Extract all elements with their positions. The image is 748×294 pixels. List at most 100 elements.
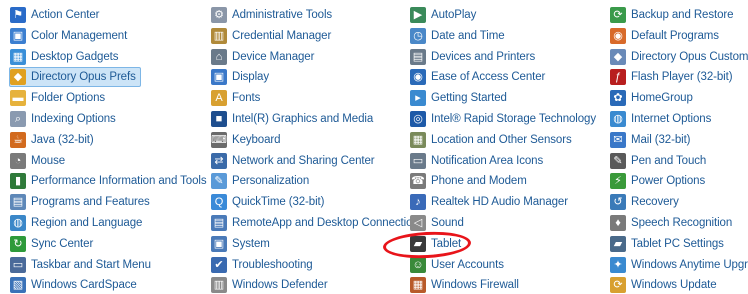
control-panel-item[interactable]: ↺ Recovery: [610, 193, 679, 211]
control-panel-item[interactable]: ◍ Internet Options: [610, 110, 711, 128]
admin-tools-icon: ⚙: [211, 7, 227, 23]
keyboard-icon: ⌨: [211, 131, 227, 148]
mail-icon: ✉: [610, 131, 626, 148]
control-panel-item[interactable]: ◆ Directory Opus Prefs: [9, 67, 141, 88]
control-panel-item-label: Administrative Tools: [232, 9, 333, 21]
control-panel-item[interactable]: A Fonts: [211, 89, 260, 107]
control-panel-item[interactable]: ▤ RemoteApp and Desktop Connections: [211, 214, 424, 232]
tablet-pc-settings-icon: ▰: [610, 235, 626, 252]
control-panel-item[interactable]: ⟳ Windows Update: [610, 276, 717, 294]
microphone-icon: ♦: [610, 215, 626, 231]
control-panel-item[interactable]: ◉ Ease of Access Center: [410, 68, 545, 86]
control-panel-item[interactable]: ▮ Performance Information and Tools: [10, 172, 207, 190]
control-panel-item[interactable]: ▰ Tablet: [410, 235, 461, 253]
control-panel-item[interactable]: ✿ HomeGroup: [610, 89, 693, 107]
control-panel-item[interactable]: ⚡ Power Options: [610, 172, 705, 190]
control-panel-item[interactable]: ☺ User Accounts: [410, 256, 504, 274]
indexing-icon: ⌕: [10, 111, 26, 127]
directory-opus-icon: ◆: [10, 69, 26, 86]
control-panel-item[interactable]: ■ Intel(R) Graphics and Media: [211, 110, 373, 128]
control-panel-item-label: Flash Player (32-bit): [631, 71, 733, 84]
troubleshooting-icon: ✔: [211, 256, 227, 273]
remoteapp-icon: ▤: [211, 215, 227, 231]
control-panel-item-label: Windows Anytime Upgrade: [631, 258, 748, 271]
control-panel-item[interactable]: ▣ Display: [211, 68, 269, 86]
control-panel-item-label: System: [232, 237, 270, 250]
clock-icon: ◷: [410, 27, 426, 44]
control-panel-item[interactable]: ⌨ Keyboard: [211, 131, 281, 149]
control-panel-item[interactable]: ▭ Taskbar and Start Menu: [10, 256, 151, 274]
control-panel-item-label: Fonts: [232, 92, 261, 105]
control-panel-item[interactable]: ▤ Devices and Printers: [410, 48, 535, 66]
device-manager-icon: ⌂: [211, 48, 227, 65]
control-panel-item[interactable]: ♪ Realtek HD Audio Manager: [410, 193, 568, 211]
control-panel-item[interactable]: Q QuickTime (32-bit): [211, 193, 324, 211]
control-panel-item-label: Default Programs: [631, 29, 719, 42]
gadgets-icon: ▦: [10, 48, 26, 65]
control-panel-item[interactable]: ▤ Programs and Features: [10, 193, 150, 211]
personalization-icon: ✎: [211, 173, 227, 190]
control-panel-item[interactable]: ⌂ Device Manager: [211, 48, 314, 66]
control-panel-item[interactable]: ✎ Personalization: [211, 172, 309, 190]
control-panel-item[interactable]: ◍ Region and Language: [10, 214, 142, 232]
control-panel-item[interactable]: ▥ Credential Manager: [211, 27, 331, 45]
control-panel-item[interactable]: ◆ Directory Opus Customize: [610, 48, 748, 66]
control-panel-item[interactable]: ✦ Windows Anytime Upgrade: [610, 256, 748, 274]
control-panel-item[interactable]: ☕ Java (32-bit): [10, 131, 94, 149]
globe-icon: ◍: [10, 215, 26, 231]
control-panel-item[interactable]: ▥ Windows Defender: [211, 276, 328, 294]
firewall-icon: ▦: [410, 277, 426, 294]
mouse-icon: ◔: [10, 152, 26, 169]
control-panel-item[interactable]: ✎ Pen and Touch: [610, 152, 706, 170]
control-panel-item[interactable]: ◎ Intel® Rapid Storage Technology: [410, 110, 596, 128]
control-panel-item-label: Sound: [431, 217, 464, 229]
control-panel-item-label: Device Manager: [232, 50, 315, 63]
control-panel-item[interactable]: ◔ Mouse: [10, 152, 65, 170]
control-panel-item[interactable]: ▭ Notification Area Icons: [410, 152, 543, 170]
control-panel-item-label: Mouse: [31, 154, 66, 167]
intel-graphics-icon: ■: [211, 111, 227, 127]
control-panel-item[interactable]: ▧ Windows CardSpace: [10, 276, 137, 294]
cardspace-icon: ▧: [10, 277, 26, 294]
control-panel-item[interactable]: ▬ Folder Options: [10, 89, 105, 107]
control-panel-item[interactable]: ◉ Default Programs: [610, 27, 719, 45]
control-panel-item-label: Troubleshooting: [232, 258, 313, 271]
control-panel-item[interactable]: ▣ Color Management: [10, 27, 127, 45]
control-panel-item-label: Display: [232, 71, 270, 84]
control-panel-item-label: Tablet: [431, 237, 462, 250]
credential-icon: ▥: [211, 27, 227, 44]
monitor-color-icon: ▣: [10, 27, 26, 44]
control-panel-item[interactable]: ▸ Getting Started: [410, 89, 507, 107]
speaker-icon: ◁: [410, 215, 426, 231]
control-panel-item[interactable]: ☎ Phone and Modem: [410, 172, 527, 190]
control-panel-item[interactable]: ↻ Sync Center: [10, 235, 93, 253]
control-panel-item-label: Devices and Printers: [431, 50, 536, 63]
ease-of-access-icon: ◉: [410, 69, 426, 86]
control-panel-item[interactable]: ▣ System: [211, 235, 270, 253]
control-panel-item[interactable]: ♦ Speech Recognition: [610, 214, 732, 232]
control-panel-item[interactable]: ▰ Tablet PC Settings: [610, 235, 724, 253]
control-panel-item[interactable]: ◷ Date and Time: [410, 27, 505, 45]
phone-icon: ☎: [410, 173, 426, 190]
control-panel-item[interactable]: ⇄ Network and Sharing Center: [211, 152, 375, 170]
control-panel-item-label: Java (32-bit): [31, 133, 94, 146]
control-panel-item[interactable]: ƒ Flash Player (32-bit): [610, 68, 733, 86]
control-panel-item[interactable]: ✉ Mail (32-bit): [610, 131, 691, 149]
control-panel-item[interactable]: ▦ Location and Other Sensors: [410, 131, 572, 149]
control-panel-item[interactable]: ▦ Windows Firewall: [410, 276, 519, 294]
control-panel-item[interactable]: ⌕ Indexing Options: [10, 110, 116, 128]
control-panel-item[interactable]: ◁ Sound: [410, 214, 464, 232]
control-panel-item-label: Sync Center: [31, 237, 94, 250]
control-panel-item[interactable]: ▦ Desktop Gadgets: [10, 48, 118, 66]
control-panel-item[interactable]: ▶ AutoPlay: [410, 6, 476, 24]
control-panel-item[interactable]: ⟳ Backup and Restore: [610, 6, 734, 24]
control-panel-item-label: Backup and Restore: [631, 9, 734, 21]
control-panel-item[interactable]: ✔ Troubleshooting: [211, 256, 313, 274]
control-panel-item-label: Internet Options: [631, 113, 712, 125]
control-panel-item[interactable]: ⚑ Action Center: [10, 6, 99, 24]
control-panel-item[interactable]: ⚙ Administrative Tools: [211, 6, 332, 24]
programs-icon: ▤: [10, 194, 26, 211]
control-panel-item-label: Programs and Features: [31, 196, 150, 209]
java-icon: ☕: [10, 131, 26, 148]
control-panel-item-label: QuickTime (32-bit): [232, 196, 325, 209]
